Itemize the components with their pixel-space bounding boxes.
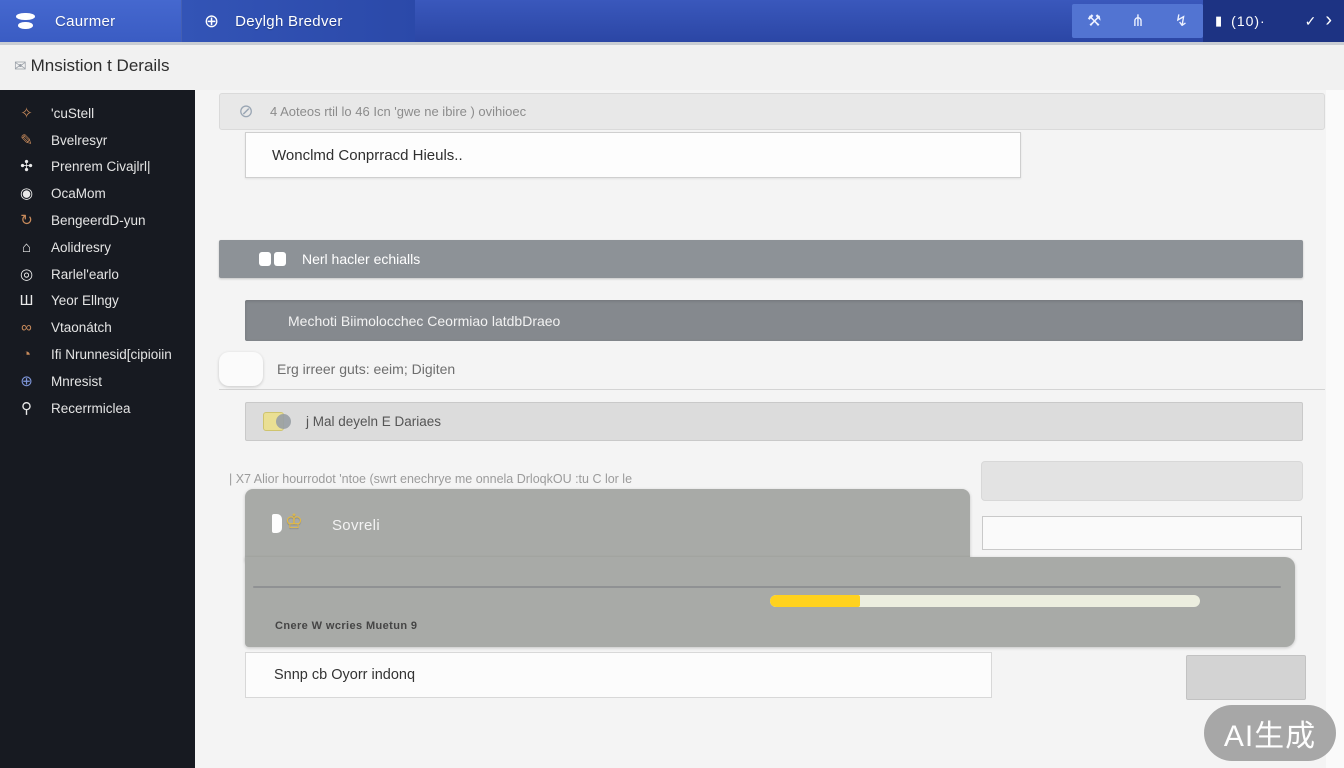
download-compressed-row[interactable]: Wonclmd Conprracd Hieuls..	[245, 132, 1021, 178]
envelope-icon: ✉	[14, 57, 27, 75]
ai-generated-watermark: AI生成	[1204, 705, 1336, 761]
w-mark-icon: Ш	[15, 293, 38, 308]
sidebar-item-label: Aolidresry	[51, 240, 111, 255]
sidebar-item-label: Bvelresyr	[51, 133, 107, 148]
page-header: ✉ Mnsistion t Derails	[0, 45, 1344, 90]
person-badge-icon: ✣	[15, 159, 38, 174]
app-window: Caurmer ⊕ Deylgh Bredver ⚒ ⋔ ↯ ▮ (10)· ✓…	[0, 0, 1344, 768]
sidebar-item-label: BengeerdD-yun	[51, 213, 146, 228]
pause-bar-icon[interactable]: ▮	[1215, 13, 1222, 29]
page-title: ✉ Mnsistion t Derails	[14, 56, 169, 76]
sidebar-item-nrunnesid[interactable]: ◔ Ifi Nrunnesid[cipioiin	[0, 341, 195, 368]
slash-circle-icon: ⊘	[236, 102, 256, 122]
flag-key-icon: ♔	[272, 512, 306, 538]
sidebar-item-prenrem[interactable]: ✣ Prenrem Civajlrl|	[0, 154, 195, 181]
gray-action-button[interactable]	[1186, 655, 1306, 700]
section-header-bar[interactable]: Nerl hacler echialls	[219, 240, 1303, 278]
tab-brand[interactable]: Caurmer	[0, 0, 181, 42]
check-icon[interactable]: ✓	[1305, 13, 1317, 30]
pin-icon: ⚲	[15, 401, 38, 416]
mail-delay-row[interactable]: j Mal deyeln E Dariaes	[245, 402, 1303, 441]
sidebar-item-vtaonatch[interactable]: ∞ Vtaonátch	[0, 314, 195, 341]
progress-fill	[770, 595, 860, 607]
tab-document[interactable]: ⊕ Deylgh Bredver	[181, 0, 415, 42]
clock-icon: ◔	[15, 347, 38, 362]
sidebar-item-yeorellngy[interactable]: Ш Yeor Ellngy	[0, 288, 195, 315]
clock-badge: (10)·	[1231, 13, 1266, 29]
watermark-text: AI生成	[1224, 711, 1316, 755]
sidebar-item-label: Vtaonátch	[51, 320, 112, 335]
sovreli-card-header[interactable]: ♔ Sovreli	[245, 489, 970, 561]
sidebar-item-label: Prenrem Civajlrl|	[51, 159, 151, 174]
method-bar[interactable]: Mechoti Biimolocchec Ceormiao latdbDraeo	[245, 300, 1303, 341]
sidebar-item-label: Yeor Ellngy	[51, 293, 119, 308]
right-margin-strip	[1326, 90, 1344, 768]
top-bar: Caurmer ⊕ Deylgh Bredver ⚒ ⋔ ↯ ▮ (10)· ✓…	[0, 0, 1344, 43]
search-bar[interactable]: ⊘ 4 Aoteos rtil lo 46 Icn 'gwe ne ibire …	[219, 93, 1325, 130]
mail-row-label: j Mal deyeln E Dariaes	[306, 414, 441, 429]
sidebar-item-label: Recerrmiclea	[51, 401, 131, 416]
method-bar-label: Mechoti Biimolocchec Ceormiao latdbDraeo	[288, 313, 560, 329]
link-icon: ∞	[15, 320, 38, 335]
building-icon: ⌂	[15, 240, 38, 255]
toolbar-action-group: ⚒ ⋔ ↯	[1072, 4, 1203, 38]
sidebar-item-ocamom[interactable]: ◉ OcaMom	[0, 180, 195, 207]
sidebar-item-bengeerd[interactable]: ↻ BengeerdD-yun	[0, 207, 195, 234]
branch-icon[interactable]: ⋔	[1131, 11, 1144, 31]
card-caption: Cnere W wcries Muetun 9	[275, 620, 417, 632]
section-header-label: Nerl hacler echialls	[302, 251, 420, 267]
toggle-pill[interactable]	[219, 352, 263, 386]
sidebar-nav: ✧ 'cuStell ✎ Bvelresyr ✣ Prenrem Civajlr…	[0, 90, 195, 768]
sparkle-icon: ✧	[15, 106, 38, 121]
sidebar-item-bvelresyr[interactable]: ✎ Bvelresyr	[0, 127, 195, 154]
search-bar-text: 4 Aoteos rtil lo 46 Icn 'gwe ne ibire ) …	[270, 104, 526, 119]
download-row-label: Wonclmd Conprracd Hieuls..	[272, 147, 463, 164]
sovreli-card-body: Cnere W wcries Muetun 9	[245, 557, 1295, 647]
sidebar-item-rarlel[interactable]: ◎ Rarlel'earlo	[0, 261, 195, 288]
card-title: Sovreli	[332, 517, 380, 534]
brand-label: Caurmer	[55, 13, 115, 30]
status-cluster: ▮ (10)· ✓ ›	[1203, 0, 1344, 42]
signature-icon: ✎	[15, 133, 38, 148]
mail-chip-icon	[263, 412, 291, 431]
bolt-icon[interactable]: ↯	[1175, 11, 1188, 31]
globe-icon: ⊕	[204, 12, 219, 30]
layers-logo-icon	[16, 13, 35, 29]
sidebar-item-recerrmiclea[interactable]: ⚲ Recerrmiclea	[0, 395, 195, 422]
sidebar-item-custell[interactable]: ✧ 'cuStell	[0, 100, 195, 127]
right-text-input[interactable]	[982, 516, 1302, 550]
bottom-row-label: Snnp cb Oyorr indonq	[274, 667, 415, 683]
engineer-toggle-row: Erg irreer guts: eeim; Digiten	[219, 349, 1325, 390]
bottom-action-row[interactable]: Snnp cb Oyorr indonq	[245, 652, 992, 698]
sidebar-item-label: Mnresist	[51, 374, 102, 389]
power-icon: ◎	[15, 267, 38, 282]
card-divider	[253, 586, 1281, 588]
key-icon: ♔	[285, 512, 303, 532]
sidebar-item-aolidresry[interactable]: ⌂ Aolidresry	[0, 234, 195, 261]
history-icon: ↻	[15, 213, 38, 228]
cards-icon	[259, 252, 286, 266]
chevron-right-icon[interactable]: ›	[1325, 10, 1332, 30]
eye-icon: ◉	[15, 186, 38, 201]
progress-bar	[770, 595, 1200, 607]
sidebar-item-mnresist[interactable]: ⊕ Mnresist	[0, 368, 195, 395]
globe-icon: ⊕	[15, 374, 38, 389]
info-note-text: | X7 Alior hourrodot 'ntoe (swrt enechry…	[229, 472, 632, 486]
page-title-text: Mnsistion t Derails	[31, 56, 170, 76]
sidebar-item-label: OcaMom	[51, 186, 106, 201]
sidebar-item-label: Ifi Nrunnesid[cipioiin	[51, 347, 172, 362]
toggle-row-label: Erg irreer guts: eeim; Digiten	[277, 361, 455, 377]
right-placeholder-box[interactable]	[981, 461, 1303, 501]
sidebar-item-label: 'cuStell	[51, 106, 94, 121]
doc-tab-label: Deylgh Bredver	[235, 13, 343, 30]
hammer-icon[interactable]: ⚒	[1087, 11, 1101, 31]
sidebar-item-label: Rarlel'earlo	[51, 267, 119, 282]
